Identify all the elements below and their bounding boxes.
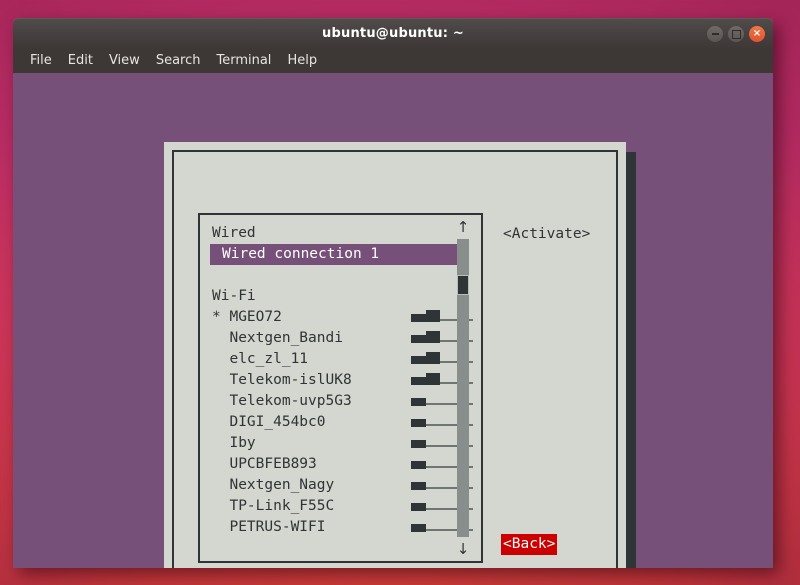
maximize-icon[interactable] [728, 26, 744, 42]
list-section-header: Wi-Fi [200, 286, 481, 307]
list-item[interactable]: Nextgen_Nagy [200, 475, 481, 496]
scroll-up-icon[interactable]: ↑ [452, 219, 474, 235]
back-button[interactable]: <Back> [501, 534, 557, 555]
close-icon[interactable]: × [749, 26, 765, 42]
list-item[interactable]: PETRUS-WIFI [200, 517, 481, 538]
activate-button[interactable]: <Activate> [503, 225, 590, 244]
menu-item-file[interactable]: File [22, 49, 60, 73]
list-item[interactable]: Wired connection 1 [210, 244, 469, 265]
menu-item-help[interactable]: Help [279, 49, 325, 73]
window-title: ubuntu@ubuntu: ~ [13, 19, 773, 49]
network-manager-dialog: WiredWired connection 1 Wi-Fi* MGEO72 Nex… [164, 142, 626, 568]
terminal-window: ubuntu@ubuntu: ~ × FileEditViewSearchTer… [13, 18, 773, 567]
list-item-label: * MGEO72 [212, 307, 282, 328]
connection-listbox[interactable]: WiredWired connection 1 Wi-Fi* MGEO72 Nex… [198, 213, 483, 563]
list-item-label: Iby [212, 433, 256, 454]
scrollbar-thumb[interactable] [457, 275, 469, 295]
list-item-label: Nextgen_Bandi [212, 328, 343, 349]
list-item-label: elc_zl_11 [212, 349, 308, 370]
list-item[interactable]: UPCBFEB893 [200, 454, 481, 475]
list-item-label: Telekom-uvp5G3 [212, 391, 352, 412]
terminal-body[interactable]: WiredWired connection 1 Wi-Fi* MGEO72 Nex… [13, 73, 773, 568]
menu-item-terminal[interactable]: Terminal [208, 49, 279, 73]
list-item[interactable]: DIGI_454bc0 [200, 412, 481, 433]
list-scroll-area: WiredWired connection 1 Wi-Fi* MGEO72 Nex… [200, 223, 481, 561]
list-item[interactable]: elc_zl_11 [200, 349, 481, 370]
titlebar[interactable]: ubuntu@ubuntu: ~ × [13, 18, 773, 49]
menu-item-edit[interactable]: Edit [60, 49, 101, 73]
list-item-label: DIGI_454bc0 [212, 412, 326, 433]
list-item-label: Telekom-islUK8 [212, 370, 352, 391]
menu-item-view[interactable]: View [101, 49, 148, 73]
list-scrollbar[interactable]: ↑ ↓ [452, 217, 474, 559]
list-spacer [200, 265, 481, 286]
list-item-label: PETRUS-WIFI [212, 517, 326, 538]
window-controls: × [707, 26, 765, 42]
close-glyph: × [753, 29, 761, 39]
screen: ubuntu@ubuntu: ~ × FileEditViewSearchTer… [0, 0, 800, 585]
scroll-down-icon[interactable]: ↓ [452, 541, 474, 557]
list-section-header: Wired [200, 223, 481, 244]
list-item[interactable]: TP-Link_F55C [200, 496, 481, 517]
list-item[interactable]: Nextgen_Bandi [200, 328, 481, 349]
list-item-label: Nextgen_Nagy [212, 475, 334, 496]
list-item-label: UPCBFEB893 [212, 454, 317, 475]
list-item[interactable]: * MGEO72 [200, 307, 481, 328]
list-item[interactable]: Telekom-uvp5G3 [200, 391, 481, 412]
list-item-label: Wired connection 1 [222, 244, 379, 265]
menu-item-search[interactable]: Search [148, 49, 209, 73]
list-item-label: TP-Link_F55C [212, 496, 334, 517]
menubar: FileEditViewSearchTerminalHelp [13, 49, 773, 73]
list-item[interactable]: Iby [200, 433, 481, 454]
list-item[interactable]: Telekom-islUK8 [200, 370, 481, 391]
minimize-icon[interactable] [707, 26, 723, 42]
